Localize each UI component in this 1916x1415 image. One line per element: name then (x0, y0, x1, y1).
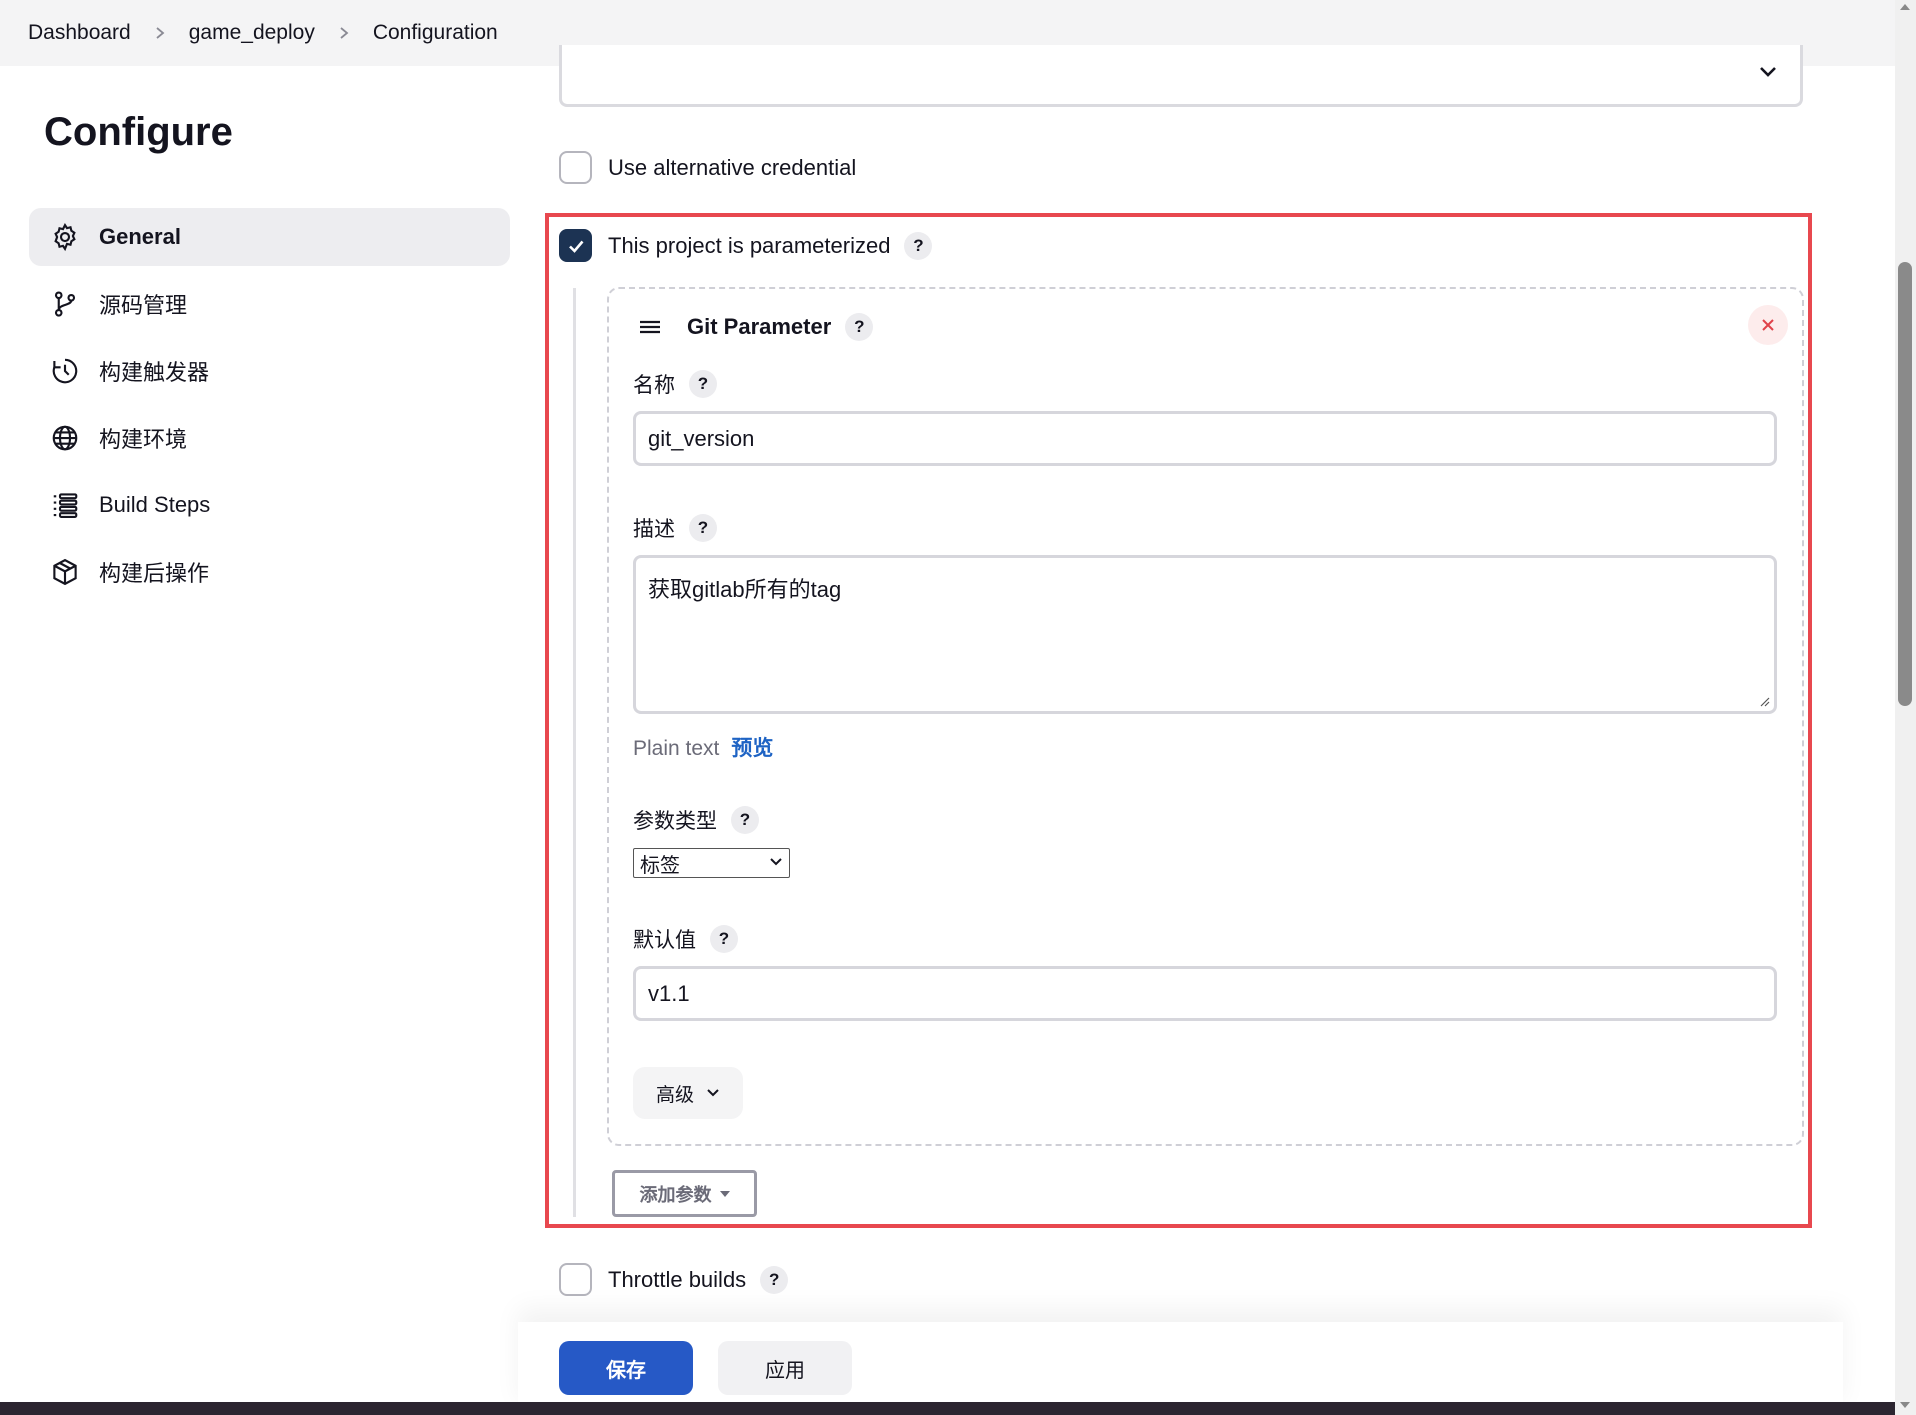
chevron-right-icon (315, 26, 373, 40)
breadcrumb-dashboard[interactable]: Dashboard (28, 21, 131, 45)
sidebar-item-build-steps[interactable]: Build Steps (29, 476, 510, 534)
advanced-label: 高级 (655, 1084, 694, 1106)
scroll-down-icon[interactable] (1900, 1402, 1910, 1408)
chevron-down-icon (1760, 67, 1776, 77)
package-icon (49, 556, 81, 588)
sidebar-item-scm[interactable]: 源码管理 (29, 275, 510, 333)
card-header: Git Parameter ? (637, 313, 874, 341)
clock-icon (49, 355, 81, 387)
close-icon (1762, 319, 1774, 331)
add-parameter-label: 添加参数 (639, 1184, 712, 1205)
chevron-right-icon (131, 26, 189, 40)
save-button[interactable]: 保存 (559, 1341, 693, 1395)
sidebar-item-triggers[interactable]: 构建触发器 (29, 342, 510, 400)
resize-grip-icon[interactable] (1758, 695, 1770, 707)
add-parameter-button[interactable]: 添加参数 (612, 1170, 757, 1217)
breadcrumb-configuration[interactable]: Configuration (373, 21, 498, 45)
parameterized-label: This project is parameterized (608, 232, 891, 258)
description-textarea[interactable]: 获取gitlab所有的tag (633, 555, 1777, 714)
delete-parameter-button[interactable] (1748, 305, 1788, 345)
parameter-type-select[interactable]: 标签 (633, 848, 790, 878)
default-value-input[interactable]: v1.1 (633, 966, 1777, 1021)
name-input-value: git_version (648, 425, 755, 451)
app-root: Dashboard game_deploy Configuration Conf… (0, 0, 1916, 1415)
scroll-up-icon[interactable] (1900, 4, 1910, 10)
parameter-type-value: 标签 (640, 854, 680, 877)
chevron-down-icon (707, 1089, 719, 1097)
advanced-button[interactable]: 高级 (633, 1067, 743, 1119)
default-input-value: v1.1 (648, 980, 690, 1006)
help-icon[interactable]: ? (710, 925, 738, 953)
plain-text-label: Plain text (633, 737, 720, 760)
help-icon[interactable]: ? (760, 1265, 789, 1294)
name-input[interactable]: git_version (633, 411, 1777, 466)
breadcrumb-project[interactable]: game_deploy (189, 21, 315, 45)
name-label-text: 名称 (633, 374, 675, 397)
alt-credential-label: Use alternative credential (608, 154, 857, 180)
caret-down-icon (719, 1190, 730, 1197)
page-title: Configure (44, 110, 233, 154)
help-icon[interactable]: ? (845, 313, 874, 341)
preview-link[interactable]: 预览 (731, 737, 773, 760)
default-field-label: 默认值 ? (633, 924, 738, 954)
sidebar-item-label: 源码管理 (99, 293, 188, 318)
throttle-label: Throttle builds (608, 1266, 747, 1292)
sidebar-item-label: General (99, 224, 181, 249)
section-divider (573, 288, 576, 1217)
sidebar-nav: General 源码管理 构建触发器 构建环境 Build Steps 构建后操… (29, 208, 510, 610)
type-label-text: 参数类型 (633, 810, 717, 833)
sidebar-item-label: Build Steps (99, 492, 211, 517)
git-branch-icon (49, 288, 81, 320)
drag-handle-icon[interactable] (637, 314, 663, 340)
sidebar-item-post-build[interactable]: 构建后操作 (29, 543, 510, 601)
format-row: Plain text 预览 (633, 732, 773, 762)
apply-button[interactable]: 应用 (718, 1341, 852, 1395)
name-field-label: 名称 ? (633, 369, 717, 399)
card-title: Git Parameter (687, 314, 832, 339)
throttle-option: Throttle builds ? (559, 1263, 789, 1296)
scrollbar-thumb[interactable] (1898, 262, 1912, 706)
description-field-label: 描述 ? (633, 513, 717, 543)
help-icon[interactable]: ? (731, 806, 759, 834)
sidebar-item-label: 构建触发器 (99, 360, 210, 385)
throttle-checkbox[interactable] (559, 1263, 592, 1296)
parameterized-checkbox[interactable] (559, 229, 592, 262)
check-icon (568, 240, 583, 253)
type-field-label: 参数类型 ? (633, 805, 759, 835)
alt-credential-option: Use alternative credential (559, 151, 856, 184)
globe-icon (49, 422, 81, 454)
scrollbar-track[interactable] (1895, 0, 1916, 1415)
sidebar-item-environment[interactable]: 构建环境 (29, 409, 510, 467)
help-icon[interactable]: ? (689, 370, 717, 398)
taskbar-edge (0, 1402, 1895, 1415)
sidebar-item-label: 构建环境 (99, 427, 188, 452)
help-icon[interactable]: ? (689, 514, 717, 542)
gear-icon (49, 221, 81, 253)
alt-credential-checkbox[interactable] (559, 151, 592, 184)
credential-select[interactable] (559, 45, 1803, 107)
description-value: 获取gitlab所有的tag (648, 577, 842, 602)
help-icon[interactable]: ? (904, 231, 933, 260)
chevron-down-icon (770, 858, 782, 866)
default-label-text: 默认值 (633, 929, 696, 952)
parameterized-option: This project is parameterized ? (559, 229, 933, 262)
description-label-text: 描述 (633, 518, 675, 541)
sidebar-item-general[interactable]: General (29, 208, 510, 266)
sidebar-item-label: 构建后操作 (99, 561, 210, 586)
list-icon (49, 489, 81, 521)
git-parameter-card: Git Parameter ? 名称 ? git_version 描述 ? 获取… (607, 287, 1804, 1146)
